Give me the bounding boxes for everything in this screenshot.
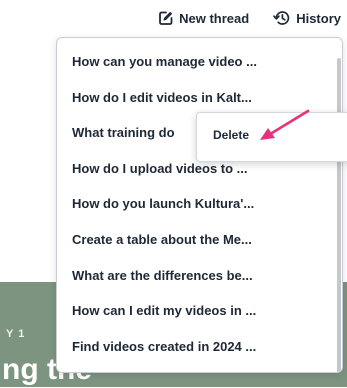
new-thread-label: New thread <box>179 10 250 26</box>
background-eyebrow: Y 1 <box>6 328 26 340</box>
thread-item[interactable]: How can you manage video ... <box>57 44 337 80</box>
history-dropdown: How can you manage video ... How do I ed… <box>56 37 343 373</box>
thread-item[interactable]: Find videos created in 2024 ... <box>57 329 337 365</box>
delete-thread-button[interactable]: Delete <box>213 128 249 142</box>
annotation-arrow-icon <box>260 109 310 140</box>
history-clock-icon <box>273 10 291 26</box>
thread-item[interactable]: How can I edit my videos in ... <box>57 293 337 329</box>
history-label: History <box>296 10 341 26</box>
new-thread-button[interactable]: New thread <box>158 10 249 26</box>
thread-item[interactable]: How do you launch Kultura'... <box>57 186 337 222</box>
history-button[interactable]: History <box>273 10 341 26</box>
scrollbar[interactable] <box>336 38 342 372</box>
chat-toolbar: New thread History <box>0 0 347 36</box>
thread-item[interactable]: Create a table about the Me... <box>57 222 337 258</box>
scrollbar-thumb[interactable] <box>337 58 341 372</box>
thread-list: How can you manage video ... How do I ed… <box>57 44 337 364</box>
edit-square-icon <box>158 10 174 26</box>
thread-item[interactable]: What are the differences be... <box>57 258 337 294</box>
